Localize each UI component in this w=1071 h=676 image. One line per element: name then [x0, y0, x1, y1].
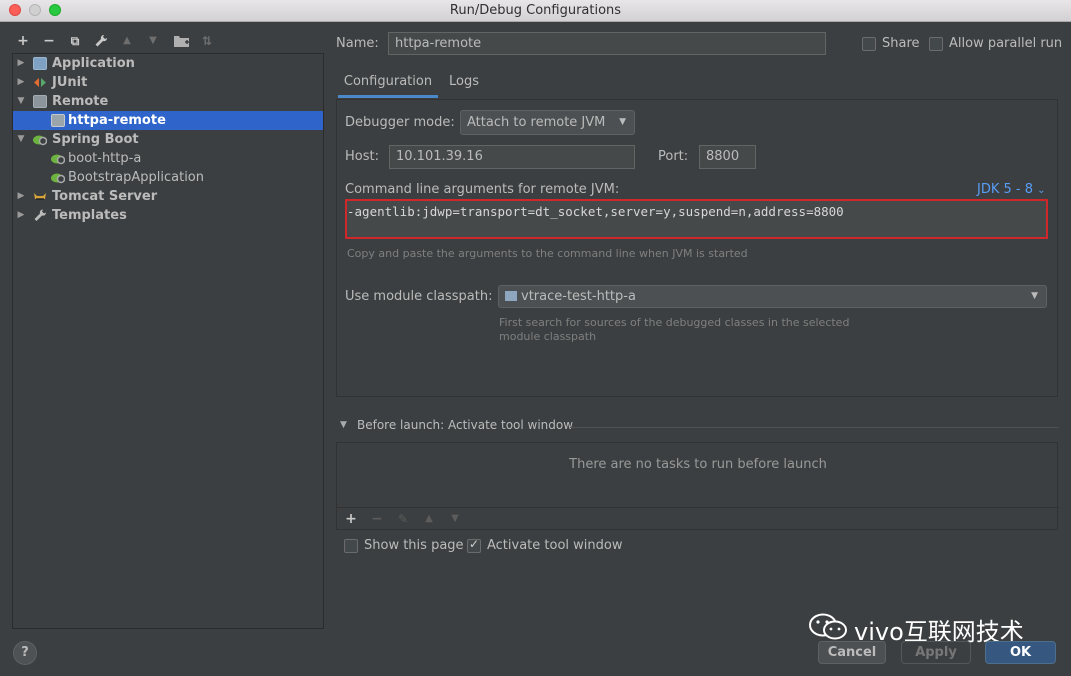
tree-item-remote[interactable]: ▼ Remote: [13, 92, 323, 111]
application-icon: [33, 57, 47, 70]
chevron-right-icon[interactable]: ▶: [15, 73, 27, 92]
debugger-mode-value: Attach to remote JVM: [467, 115, 606, 130]
chevron-down-icon[interactable]: ▼: [15, 92, 27, 111]
move-up-icon[interactable]: ▲: [116, 30, 138, 52]
tree-item-bootstrap-application[interactable]: BootstrapApplication: [13, 168, 323, 187]
tree-item-label: Spring Boot: [52, 132, 139, 147]
activate-tool-window-label: Activate tool window: [487, 538, 623, 553]
folder-icon[interactable]: [170, 30, 192, 52]
host-input[interactable]: 10.101.39.16: [389, 145, 635, 169]
tab-logs[interactable]: Logs: [442, 66, 486, 98]
title-bar: Run/Debug Configurations: [0, 0, 1071, 22]
move-down-icon[interactable]: ▼: [142, 30, 164, 52]
activate-tool-window-checkbox[interactable]: [467, 537, 481, 553]
share-label: Share: [882, 36, 920, 51]
tree-item-spring-boot[interactable]: ▼ Spring Boot: [13, 130, 323, 149]
debugger-mode-select[interactable]: Attach to remote JVM ▼: [460, 110, 635, 135]
window-title: Run/Debug Configurations: [449, 3, 622, 18]
tree-item-label: Templates: [52, 208, 127, 223]
command-line-args-value[interactable]: -agentlib:jdwp=transport=dt_socket,serve…: [347, 204, 844, 219]
spring-boot-config-icon: [51, 171, 66, 184]
allow-parallel-run-label: Allow parallel run: [949, 36, 1063, 51]
tree-item-tomcat-server[interactable]: ▶ Tomcat Server: [13, 187, 323, 206]
tree-item-httpa-remote[interactable]: httpa-remote: [13, 111, 323, 130]
port-label: Port:: [658, 149, 689, 164]
add-icon[interactable]: +: [12, 30, 34, 52]
divider: [570, 427, 1058, 428]
apply-button[interactable]: Apply: [901, 641, 971, 664]
tree-item-junit[interactable]: ▶ JUnit: [13, 73, 323, 92]
junit-icon: [33, 76, 47, 89]
wrench-icon[interactable]: [90, 30, 112, 52]
before-launch-title: Before launch: Activate tool window: [357, 418, 574, 432]
spring-boot-icon: [33, 133, 48, 146]
module-hint-line-1: First search for sources of the debugged…: [499, 316, 850, 329]
chevron-right-icon[interactable]: ▶: [15, 187, 27, 206]
args-hint: Copy and paste the arguments to the comm…: [347, 247, 748, 260]
tree-item-label: Application: [52, 56, 135, 71]
sort-icon[interactable]: ⇅: [196, 30, 218, 52]
wrench-icon: [33, 209, 47, 222]
help-button[interactable]: ?: [13, 641, 37, 665]
before-launch-panel: There are no tasks to run before launch …: [336, 442, 1059, 530]
tree-item-label: Remote: [52, 94, 109, 109]
module-classpath-select[interactable]: vtrace-test-http-a ▼: [498, 285, 1047, 308]
chevron-down-icon[interactable]: ▼: [15, 130, 27, 149]
share-checkbox[interactable]: [862, 37, 876, 51]
before-launch-toolbar: + − ✎ ▲ ▼: [337, 507, 1059, 529]
tree-item-label: Tomcat Server: [52, 189, 158, 204]
ok-button[interactable]: OK: [985, 641, 1056, 664]
chevron-down-icon: ⌄: [1037, 185, 1046, 196]
remove-task-icon[interactable]: −: [368, 510, 386, 528]
name-label: Name:: [336, 36, 379, 51]
tree-item-label: JUnit: [52, 75, 88, 90]
module-classpath-value: vtrace-test-http-a: [521, 289, 636, 304]
caret-down-icon: ▼: [619, 117, 626, 127]
module-icon: [505, 291, 517, 301]
spring-boot-config-icon: [51, 152, 66, 165]
copy-icon[interactable]: ⧉: [64, 30, 86, 52]
tree-item-boot-http-a[interactable]: boot-http-a: [13, 149, 323, 168]
tomcat-icon: [33, 190, 47, 203]
tree-item-label: httpa-remote: [68, 113, 166, 128]
tree-item-templates[interactable]: ▶ Templates: [13, 206, 323, 225]
wechat-icon: [809, 613, 847, 640]
caret-down-icon: ▼: [1031, 291, 1038, 301]
remove-icon[interactable]: −: [38, 30, 60, 52]
module-classpath-label: Use module classpath:: [345, 289, 493, 304]
chevron-right-icon[interactable]: ▶: [15, 206, 27, 225]
port-input[interactable]: 8800: [699, 145, 756, 169]
show-this-page-label: Show this page: [364, 538, 464, 553]
before-launch-empty-text: There are no tasks to run before launch: [569, 457, 827, 472]
jdk-version-select[interactable]: JDK 5 - 8 ⌄: [977, 182, 1046, 197]
tree-item-label: BootstrapApplication: [68, 170, 204, 185]
add-task-icon[interactable]: +: [342, 510, 360, 528]
move-task-up-icon[interactable]: ▲: [420, 510, 438, 528]
cancel-button[interactable]: Cancel: [818, 641, 886, 664]
debugger-mode-label: Debugger mode:: [345, 115, 455, 130]
chevron-down-icon[interactable]: ▼: [340, 420, 347, 430]
remote-config-icon: [51, 114, 65, 127]
command-line-args-label: Command line arguments for remote JVM:: [345, 182, 620, 197]
command-line-args-field[interactable]: -agentlib:jdwp=transport=dt_socket,serve…: [345, 199, 1048, 239]
config-toolbar: + − ⧉ ▲ ▼ ⇅: [12, 30, 324, 52]
chevron-right-icon[interactable]: ▶: [15, 54, 27, 73]
show-this-page-checkbox[interactable]: [344, 539, 358, 553]
edit-task-icon[interactable]: ✎: [394, 510, 412, 528]
config-tree: ▶ Application ▶ JUnit ▼ Remote httpa-rem…: [12, 53, 324, 629]
tab-configuration[interactable]: Configuration: [338, 66, 438, 98]
remote-icon: [33, 95, 47, 108]
host-label: Host:: [345, 149, 379, 164]
tree-item-label: boot-http-a: [68, 151, 142, 166]
tree-item-application[interactable]: ▶ Application: [13, 54, 323, 73]
allow-parallel-run-checkbox[interactable]: [929, 37, 943, 51]
move-task-down-icon[interactable]: ▼: [446, 510, 464, 528]
name-input[interactable]: httpa-remote: [388, 32, 826, 55]
module-hint-line-2: module classpath: [499, 330, 597, 343]
jdk-version-value: JDK 5 - 8: [977, 182, 1033, 197]
